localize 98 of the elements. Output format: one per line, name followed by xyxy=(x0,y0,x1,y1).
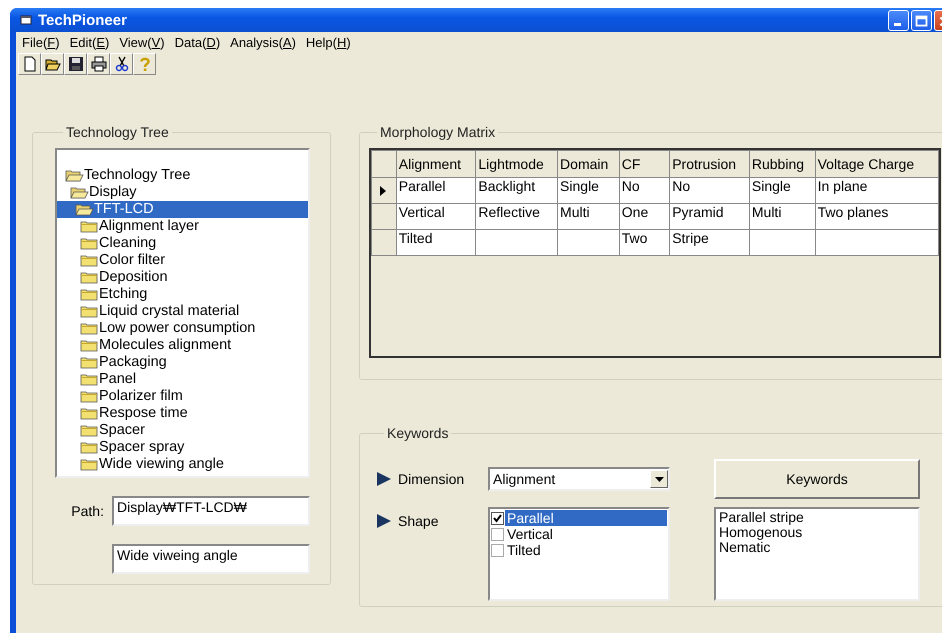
tree-item[interactable]: Respose time xyxy=(57,405,308,422)
column-header[interactable]: CF xyxy=(619,150,670,178)
tree-item[interactable]: Liquid crystal material xyxy=(57,303,308,320)
group-title: Morphology Matrix xyxy=(379,124,496,140)
tree-item[interactable]: Packaging xyxy=(57,354,308,371)
group-title: Keywords xyxy=(386,425,450,441)
row-header[interactable] xyxy=(372,178,396,204)
group-title: Technology Tree xyxy=(65,124,170,140)
tree-item[interactable]: TFT-LCD xyxy=(57,201,308,218)
folder-icon xyxy=(80,237,99,250)
tree-item[interactable]: Spacer spray xyxy=(57,439,308,456)
folder-icon xyxy=(80,424,99,437)
column-header[interactable]: Alignment xyxy=(396,150,476,178)
list-item[interactable]: Vertical xyxy=(505,526,667,542)
table-cell: Single xyxy=(558,178,620,204)
table-cell: Multi xyxy=(749,204,816,230)
new-file-icon[interactable] xyxy=(18,53,41,75)
printer-icon[interactable] xyxy=(87,53,110,75)
column-header[interactable]: Protrusion xyxy=(670,150,750,178)
table-cell: Tilted xyxy=(396,230,476,256)
table-cell: Multi xyxy=(558,204,620,230)
table-cell: One xyxy=(619,204,670,230)
checkbox[interactable] xyxy=(491,528,504,540)
window-icon xyxy=(20,14,32,26)
field-label: Dimension xyxy=(398,471,464,487)
column-header[interactable]: Lightmode xyxy=(476,150,558,178)
folder-icon xyxy=(80,254,99,267)
window-title: TechPioneer xyxy=(38,12,128,28)
caret-icon xyxy=(654,476,664,482)
column-header[interactable]: Rubbing xyxy=(749,150,816,178)
menu-item[interactable]: View(V) xyxy=(115,34,171,50)
column-header[interactable]: Domain xyxy=(558,150,620,178)
table-cell: Two xyxy=(619,230,670,256)
menu-item[interactable]: Edit(E) xyxy=(66,34,116,50)
table-cell: Single xyxy=(749,178,816,204)
menu-item[interactable]: Analysis(A) xyxy=(226,34,302,50)
menu-item[interactable]: File(F) xyxy=(18,34,66,50)
tree-item[interactable]: Technology Tree xyxy=(57,167,308,184)
name-field[interactable]: Wide viweing angle xyxy=(112,544,310,574)
scissors-icon[interactable] xyxy=(110,53,133,75)
tree-item[interactable]: Molecules alignment xyxy=(57,337,308,354)
field-label: Shape xyxy=(398,513,438,529)
maximize-button[interactable] xyxy=(911,10,932,30)
open-folder-icon[interactable] xyxy=(41,53,64,75)
folder-icon xyxy=(80,288,99,301)
open-folder-icon xyxy=(65,169,84,182)
table-cell: Pyramid xyxy=(670,204,750,230)
table-cell: In plane xyxy=(815,178,938,204)
tree-item[interactable]: Alignment layer xyxy=(57,218,308,235)
checkbox[interactable] xyxy=(491,544,504,556)
tree-item[interactable]: Polarizer film xyxy=(57,388,308,405)
column-header[interactable]: Voltage Charge xyxy=(815,150,938,178)
folder-icon xyxy=(80,339,99,352)
open-folder-icon xyxy=(75,203,94,216)
checkbox[interactable] xyxy=(491,512,504,524)
minimize-button[interactable] xyxy=(888,10,909,30)
keywords-button[interactable]: Keywords xyxy=(714,459,920,499)
tree-item[interactable]: Low power consumption xyxy=(57,320,308,337)
folder-icon xyxy=(80,407,99,420)
table-cell: Two planes xyxy=(815,204,938,230)
folder-icon xyxy=(80,441,99,454)
path-label: Path: xyxy=(70,503,105,519)
table-cell: Reflective xyxy=(476,204,558,230)
text-area[interactable]: Parallel stripe Homogenous Nematic xyxy=(714,507,920,601)
tree-item[interactable]: Color filter xyxy=(57,252,308,269)
folder-icon xyxy=(80,390,99,403)
table-cell: No xyxy=(670,178,750,204)
table-cell: Backlight xyxy=(476,178,558,204)
tree-item[interactable]: Cleaning xyxy=(57,235,308,252)
menu-item[interactable]: Data(D) xyxy=(170,34,226,50)
tree-item[interactable]: Etching xyxy=(57,286,308,303)
save-icon[interactable] xyxy=(64,53,87,75)
folder-icon xyxy=(80,305,99,318)
list-item[interactable]: Parallel xyxy=(505,510,667,526)
table-cell: Vertical xyxy=(396,204,476,230)
table-cell: No xyxy=(619,178,670,204)
row-pointer-icon xyxy=(380,186,386,196)
menu-item[interactable]: Help(H) xyxy=(302,34,357,50)
table-cell: Parallel xyxy=(396,178,476,204)
path-field[interactable]: Display₩TFT-LCD₩ xyxy=(112,496,310,526)
folder-icon xyxy=(80,220,99,233)
table-cell: Stripe xyxy=(670,230,750,256)
triangle-icon xyxy=(376,471,392,487)
dropdown[interactable]: Alignment xyxy=(488,467,670,491)
minimize-icon xyxy=(894,22,901,26)
list-item[interactable]: Tilted xyxy=(505,542,667,558)
folder-icon xyxy=(80,271,99,284)
tree-item[interactable]: Deposition xyxy=(57,269,308,286)
folder-icon xyxy=(80,322,99,335)
tree-item[interactable]: Display xyxy=(57,184,308,201)
triangle-icon xyxy=(376,513,392,529)
tree-item[interactable]: Wide viewing angle xyxy=(57,456,308,473)
folder-icon xyxy=(80,356,99,369)
tree-item[interactable]: Spacer xyxy=(57,422,308,439)
tree-item[interactable]: Panel xyxy=(57,371,308,388)
open-folder-icon xyxy=(70,186,89,199)
folder-icon xyxy=(80,373,99,386)
folder-icon xyxy=(80,458,99,471)
